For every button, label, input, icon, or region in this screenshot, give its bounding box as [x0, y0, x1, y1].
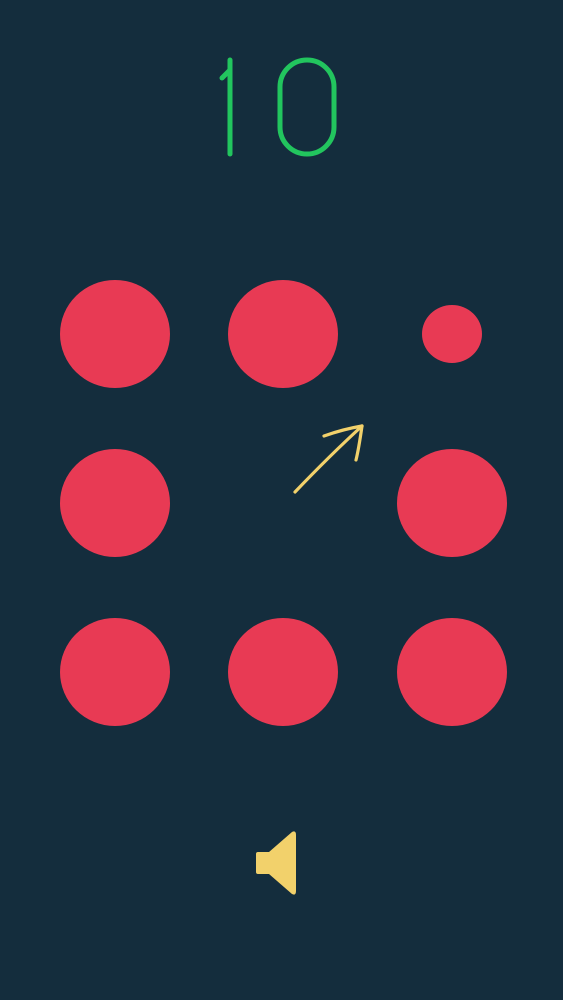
dot-r2-c3[interactable]: [397, 449, 507, 557]
score-display: 10: [0, 52, 563, 162]
dot-r2-c1[interactable]: [60, 449, 170, 557]
speaker-icon: [256, 831, 296, 895]
dot-r1-c3-small[interactable]: [422, 305, 482, 363]
score-digits: [219, 57, 336, 157]
arrow-up-right-icon: [288, 418, 370, 498]
dot-r3-c3[interactable]: [397, 618, 507, 726]
dot-r1-c1[interactable]: [60, 280, 170, 388]
dot-r3-c1[interactable]: [60, 618, 170, 726]
dot-r1-c2[interactable]: [228, 280, 338, 388]
sound-toggle-button[interactable]: [252, 830, 300, 896]
game-screen: 10: [0, 0, 563, 1000]
dot-r3-c2[interactable]: [228, 618, 338, 726]
